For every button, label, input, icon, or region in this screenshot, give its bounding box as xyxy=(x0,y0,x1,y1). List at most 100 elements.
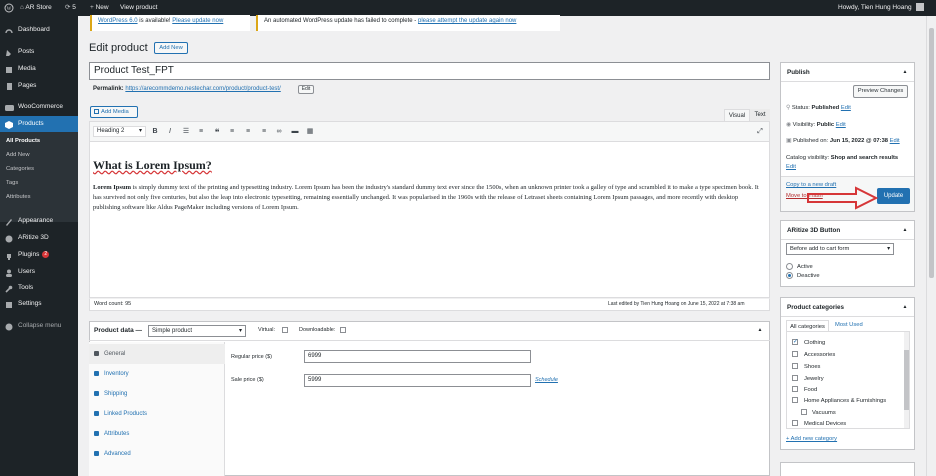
chevron-down-icon: ▾ xyxy=(238,328,242,334)
site-name-link[interactable]: ⌂ AR Store xyxy=(20,0,52,16)
collapse-arrow-icon[interactable]: ▲ xyxy=(902,227,908,233)
permalink-edit-button[interactable]: Edit xyxy=(298,85,314,94)
align-left-icon[interactable]: ≡ xyxy=(227,127,237,137)
active-radio[interactable] xyxy=(786,263,793,270)
italic-icon[interactable]: I xyxy=(165,127,175,137)
aritize-position-select[interactable]: Before add to cart form ▾ xyxy=(786,243,894,255)
avatar xyxy=(916,3,925,12)
format-select[interactable]: Heading 2 ▾ xyxy=(93,126,146,137)
downloadable-checkbox[interactable] xyxy=(340,327,346,333)
update-now-link[interactable]: Please update now xyxy=(172,18,223,24)
menu-products[interactable]: Products xyxy=(0,116,78,132)
menu-media[interactable]: Media xyxy=(0,61,78,77)
tab-linked-products[interactable]: Linked Products xyxy=(89,404,225,424)
product-type-select[interactable]: Simple product ▾ xyxy=(148,325,246,337)
bold-icon[interactable]: B xyxy=(150,127,160,137)
tab-most-used[interactable]: Most Used xyxy=(835,322,863,328)
tab-attributes[interactable]: Attributes xyxy=(89,424,225,444)
updates-link[interactable]: ⟳ 5 xyxy=(65,0,76,16)
product-title-input[interactable]: Product Test_FPT xyxy=(89,62,770,80)
category-checkbox[interactable] xyxy=(792,375,798,381)
menu-posts[interactable]: Posts xyxy=(0,44,78,60)
wordpress-version-link[interactable]: WordPress 6.0 xyxy=(98,18,138,24)
plugins-update-badge: 2 xyxy=(42,250,50,258)
tab-visual[interactable]: Visual xyxy=(724,109,750,121)
menu-settings[interactable]: Settings xyxy=(0,296,78,312)
submenu-attributes[interactable]: Attributes xyxy=(0,191,78,204)
category-checkbox[interactable]: ✓ xyxy=(792,339,798,345)
tab-shipping[interactable]: Shipping xyxy=(89,384,225,404)
menu-aritize-3d[interactable]: ARitize 3D xyxy=(0,230,78,246)
regular-price-input[interactable]: 6999 xyxy=(304,350,531,363)
submenu-categories[interactable]: Categories xyxy=(0,163,78,176)
wordpress-logo-icon[interactable]: W xyxy=(4,0,14,16)
sale-price-label: Sale price ($) xyxy=(231,377,264,383)
page-scrollbar[interactable] xyxy=(926,16,936,476)
inventory-icon xyxy=(94,371,99,376)
collapse-arrow-icon[interactable]: ▲ xyxy=(757,327,763,333)
category-checkbox[interactable] xyxy=(792,420,798,426)
link-icon[interactable]: ∞ xyxy=(274,127,284,137)
howdy-account-link[interactable]: Howdy, Tien Hung Hoang xyxy=(838,0,925,16)
blockquote-icon[interactable]: ❝ xyxy=(212,127,222,137)
catalog-edit-link[interactable]: Edit xyxy=(786,164,796,170)
dashboard-icon xyxy=(5,26,13,34)
sale-price-input[interactable]: 5999 xyxy=(304,374,531,387)
published-edit-link[interactable]: Edit xyxy=(890,138,900,144)
toolbar-toggle-icon[interactable]: ▦ xyxy=(305,127,315,137)
update-button[interactable]: Update xyxy=(877,188,910,204)
tab-general[interactable]: General xyxy=(89,344,225,364)
new-content-link[interactable]: + New xyxy=(90,0,109,16)
numbered-list-icon[interactable]: ≡ xyxy=(196,127,206,137)
page-scrollbar-thumb[interactable] xyxy=(929,28,934,278)
menu-plugins[interactable]: Plugins 2 xyxy=(0,247,78,263)
status-edit-link[interactable]: Edit xyxy=(841,105,851,111)
menu-dashboard[interactable]: Dashboard xyxy=(0,22,78,38)
view-product-link[interactable]: View product xyxy=(120,0,157,16)
deactive-radio[interactable] xyxy=(786,272,793,279)
collapse-arrow-icon[interactable]: ▲ xyxy=(902,304,908,310)
category-checkbox[interactable] xyxy=(801,409,807,415)
menu-appearance[interactable]: Appearance xyxy=(0,213,78,229)
eye-icon: ◉ xyxy=(786,122,793,128)
permalink-url-link[interactable]: https://arecommdemo.nestechar.com/produc… xyxy=(125,86,280,92)
pin-icon xyxy=(5,48,13,56)
truck-icon xyxy=(94,391,99,396)
collapse-arrow-icon[interactable]: ▲ xyxy=(902,69,908,75)
submenu-tags[interactable]: Tags xyxy=(0,177,78,190)
category-label: Food xyxy=(804,387,818,393)
align-right-icon[interactable]: ≡ xyxy=(259,127,269,137)
menu-pages[interactable]: Pages xyxy=(0,78,78,94)
menu-users[interactable]: Users xyxy=(0,264,78,280)
list-icon xyxy=(94,431,99,436)
schedule-link[interactable]: Schedule xyxy=(535,377,558,383)
category-checkbox[interactable] xyxy=(792,397,798,403)
menu-tools[interactable]: Tools xyxy=(0,280,78,296)
bullet-list-icon[interactable]: ☰ xyxy=(181,127,191,137)
add-media-button[interactable]: Add Media xyxy=(90,106,138,118)
category-scrollbar-thumb[interactable] xyxy=(904,350,909,410)
read-more-icon[interactable]: ▬ xyxy=(290,127,300,137)
tab-inventory[interactable]: Inventory xyxy=(89,364,225,384)
submenu-all-products[interactable]: All Products xyxy=(0,135,78,148)
tab-text[interactable]: Text xyxy=(750,109,770,121)
collapse-icon xyxy=(5,322,13,331)
category-checkbox[interactable] xyxy=(792,386,798,392)
category-checkbox[interactable] xyxy=(792,363,798,369)
menu-collapse[interactable]: Collapse menu xyxy=(0,318,78,334)
category-checkbox[interactable] xyxy=(792,351,798,357)
fullscreen-icon[interactable]: ⤢ xyxy=(755,127,765,137)
submenu-add-new[interactable]: Add New xyxy=(0,149,78,162)
menu-woocommerce[interactable]: WooCommerce xyxy=(0,99,78,115)
attempt-update-link[interactable]: please attempt the update again now xyxy=(418,18,516,24)
virtual-checkbox[interactable] xyxy=(282,327,288,333)
add-new-category-link[interactable]: + Add new category xyxy=(786,436,837,442)
align-center-icon[interactable]: ≡ xyxy=(243,127,253,137)
preview-changes-button[interactable]: Preview Changes xyxy=(853,85,908,98)
visibility-edit-link[interactable]: Edit xyxy=(836,122,846,128)
catalog-visibility-row: Catalog visibility: Shop and search resu… xyxy=(786,155,899,161)
last-edited: Last edited by Tien Hung Hoang on June 1… xyxy=(608,301,745,307)
pages-icon xyxy=(5,82,13,90)
tab-advanced[interactable]: Advanced xyxy=(89,444,225,464)
add-new-button[interactable]: Add New xyxy=(154,42,188,54)
